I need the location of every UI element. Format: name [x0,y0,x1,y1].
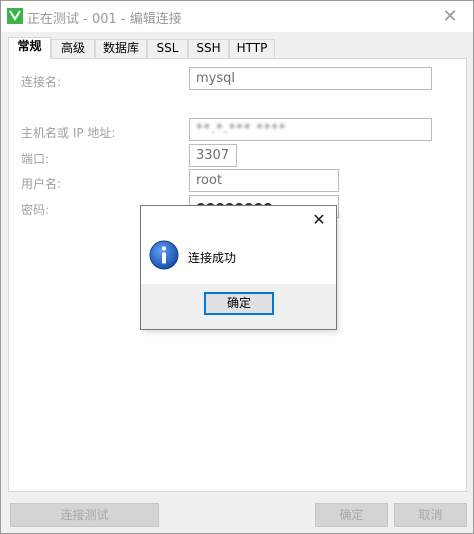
tab-database[interactable]: 数据库 [95,39,147,58]
username-input[interactable]: root [189,169,339,192]
dialog-ok-button[interactable]: 确定 [204,292,274,315]
tab-ssl[interactable]: SSL [147,39,188,58]
port-label: 端口: [21,152,50,166]
tab-http[interactable]: HTTP [229,39,275,58]
window-close-button[interactable]: ✕ [427,1,473,32]
tab-general[interactable]: 常规 [8,37,51,59]
dialog-message: 连接成功 [188,251,237,265]
ok-button[interactable]: 确定 [315,503,388,527]
host-input[interactable]: **.*.*** **** [189,118,432,141]
dialog-close-icon[interactable]: ✕ [302,206,336,232]
username-label: 用户名: [21,177,62,191]
password-label: 密码: [21,203,50,217]
connection-name-input[interactable]: mysql [189,67,432,90]
window-title: 正在测试 - 001 - 编辑连接 [27,12,182,27]
host-value-redacted: **.*.*** **** [196,122,287,137]
test-connection-button[interactable]: 连接测试 [10,503,159,527]
dialog-title-bar: ✕ [141,206,336,232]
cancel-button[interactable]: 取消 [394,503,467,527]
host-label: 主机名或 IP 地址: [21,126,116,140]
connection-name-label: 连接名: [21,75,62,89]
tab-ssh[interactable]: SSH [188,39,229,58]
dialog-body: 连接成功 [141,232,336,284]
tab-advanced[interactable]: 高级 [51,39,95,58]
dialog-footer: 确定 [141,284,336,329]
navicat-app-icon [7,8,23,24]
connection-success-dialog: ✕ 连接成功 确定 [140,205,337,330]
title-bar: 正在测试 - 001 - 编辑连接 ✕ [1,1,473,32]
info-icon [149,240,179,270]
port-input[interactable]: 3307 [189,144,237,167]
